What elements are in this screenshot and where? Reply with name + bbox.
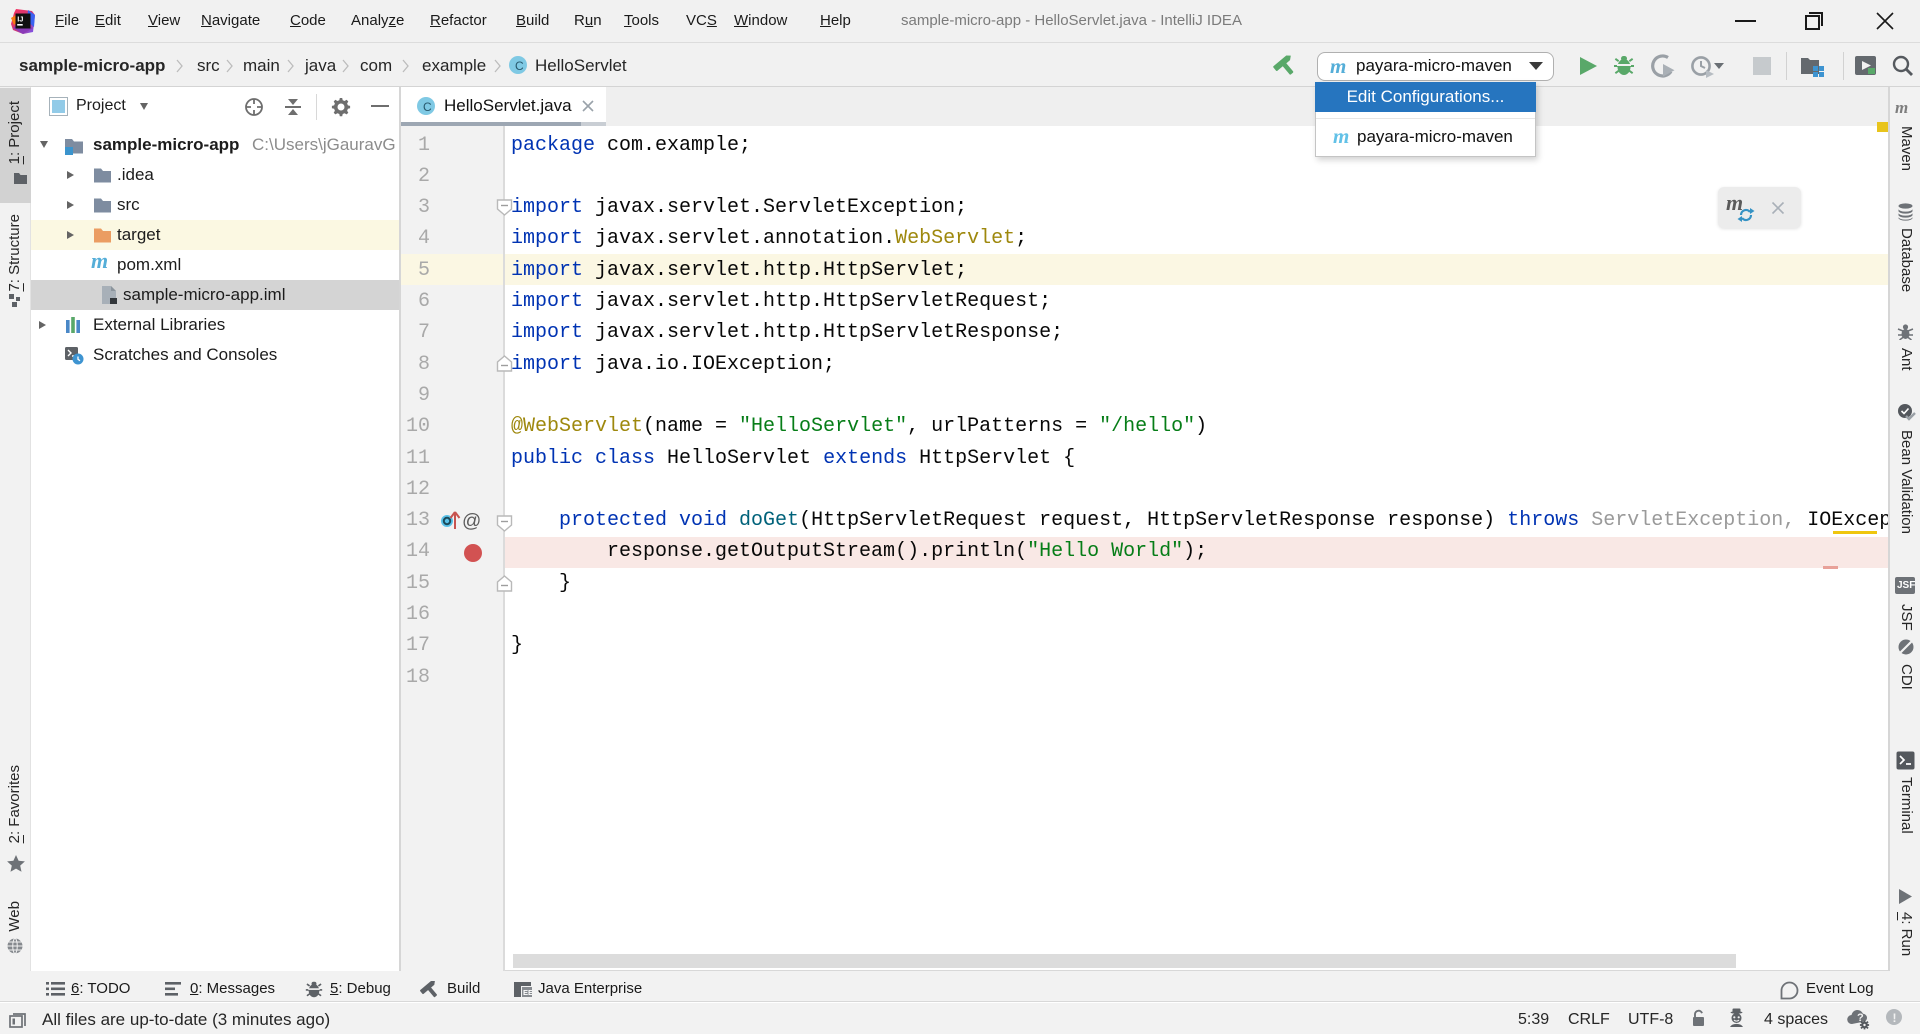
svg-text:EE: EE <box>523 988 532 997</box>
svg-text:IJ: IJ <box>17 15 23 24</box>
